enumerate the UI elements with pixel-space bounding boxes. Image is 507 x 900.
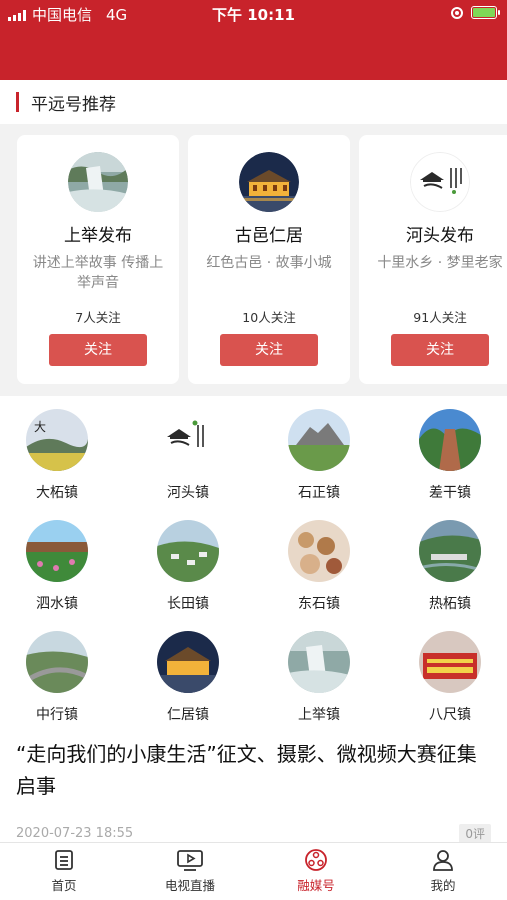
town-photo-icon — [26, 631, 88, 693]
follower-count: 91人关注 — [413, 310, 467, 325]
home-doc-icon — [55, 850, 73, 870]
town-label: 仁居镇 — [167, 707, 209, 723]
bottom-tab-bar: 首页 电视直播 融媒号 我的 — [0, 842, 507, 900]
town-label: 泗水镇 — [36, 596, 78, 612]
article-date: 2020-07-23 18:55 — [16, 826, 134, 841]
town-label: 石正镇 — [298, 485, 340, 501]
town-label: 差干镇 — [429, 485, 471, 501]
town-item[interactable]: 泗水镇 — [7, 520, 107, 613]
town-photo-icon — [419, 409, 481, 471]
tab-label: 融媒号 — [297, 878, 335, 893]
section-title: 平远号推荐 — [31, 94, 116, 115]
town-item[interactable]: 仁居镇 — [138, 631, 238, 724]
town-photo-icon — [419, 520, 481, 582]
tab-profile[interactable]: 我的 — [393, 848, 493, 894]
account-desc: 讲述上举故事 传播上举声音 — [32, 255, 164, 291]
media-icon — [305, 849, 327, 871]
town-item[interactable]: 差干镇 — [400, 409, 500, 502]
town-photo-icon — [419, 631, 481, 693]
follow-button[interactable]: 关注 — [220, 334, 318, 366]
battery-icon — [471, 6, 500, 19]
town-photo-icon — [157, 520, 219, 582]
town-item[interactable]: 石正镇 — [269, 409, 369, 502]
town-item[interactable]: 河头镇 — [138, 409, 238, 502]
tab-label: 电视直播 — [164, 878, 215, 893]
clock: 下午 10:11 — [212, 6, 295, 24]
town-item[interactable]: 中行镇 — [7, 631, 107, 724]
user-icon — [433, 850, 453, 871]
article-title[interactable]: “走向我们的小康生活”征文、摄影、微视频大赛征集启事 — [16, 738, 491, 802]
section-accent-bar — [16, 92, 19, 112]
account-desc: 十里水乡 · 梦里老家 — [377, 255, 503, 271]
night-building-avatar-icon — [239, 152, 299, 212]
calligraphy-logo-avatar-icon — [410, 152, 470, 212]
town-item[interactable]: 大 大柘镇 — [7, 409, 107, 502]
tab-label: 我的 — [430, 878, 456, 893]
town-photo-icon — [288, 520, 350, 582]
town-label: 热柘镇 — [429, 596, 471, 612]
town-photo-icon — [26, 520, 88, 582]
tv-play-icon — [177, 850, 203, 871]
tab-tv-live[interactable]: 电视直播 — [140, 848, 240, 894]
account-name: 上举发布 — [64, 226, 132, 246]
town-item[interactable]: 八尺镇 — [400, 631, 500, 724]
follower-count: 7人关注 — [75, 310, 121, 325]
header-bar: 中国电信 4G 下午 10:11 — [0, 0, 507, 80]
tab-label: 首页 — [51, 878, 77, 893]
comment-count-badge: 0评 — [459, 824, 491, 843]
town-photo-icon — [288, 409, 350, 471]
rotation-lock-icon — [451, 6, 463, 19]
town-label: 长田镇 — [167, 596, 209, 612]
svg-text:大: 大 — [34, 420, 46, 434]
recommend-card[interactable]: 河头发布 十里水乡 · 梦里老家 91人关注 关注 — [359, 135, 507, 384]
tab-home[interactable]: 首页 — [14, 848, 114, 894]
town-label: 大柘镇 — [36, 485, 78, 501]
account-desc: 红色古邑 · 故事小城 — [206, 255, 332, 271]
recommend-card[interactable]: 古邑仁居 红色古邑 · 故事小城 10人关注 关注 — [188, 135, 350, 384]
town-label: 上举镇 — [298, 707, 340, 723]
town-logo-icon — [157, 409, 219, 471]
recommend-card[interactable]: 上举发布 讲述上举故事 传播上举声音 7人关注 关注 — [17, 135, 179, 384]
recommend-carousel[interactable]: 上举发布 讲述上举故事 传播上举声音 7人关注 关注 古邑仁居 红色古邑 · 故… — [0, 124, 507, 396]
town-item[interactable]: 东石镇 — [269, 520, 369, 613]
section-header: 平远号推荐 — [0, 80, 507, 124]
town-label: 八尺镇 — [429, 707, 471, 723]
follow-button[interactable]: 关注 — [391, 334, 489, 366]
account-name: 河头发布 — [406, 226, 474, 246]
waterfall-avatar-icon — [68, 152, 128, 212]
town-label: 东石镇 — [298, 596, 340, 612]
town-item[interactable]: 长田镇 — [138, 520, 238, 613]
account-name: 古邑仁居 — [235, 226, 303, 246]
town-label: 中行镇 — [36, 707, 78, 723]
tab-media[interactable]: 融媒号 — [266, 848, 366, 894]
town-photo-icon — [288, 631, 350, 693]
town-label: 河头镇 — [167, 485, 209, 501]
town-item[interactable]: 上举镇 — [269, 631, 369, 724]
status-bar: 中国电信 4G 下午 10:11 — [0, 4, 507, 26]
town-photo-icon: 大 — [26, 409, 88, 471]
follow-button[interactable]: 关注 — [49, 334, 147, 366]
town-photo-icon — [157, 631, 219, 693]
article-meta: 2020-07-23 18:55 0评 — [16, 824, 491, 843]
follower-count: 10人关注 — [242, 310, 296, 325]
town-item[interactable]: 热柘镇 — [400, 520, 500, 613]
